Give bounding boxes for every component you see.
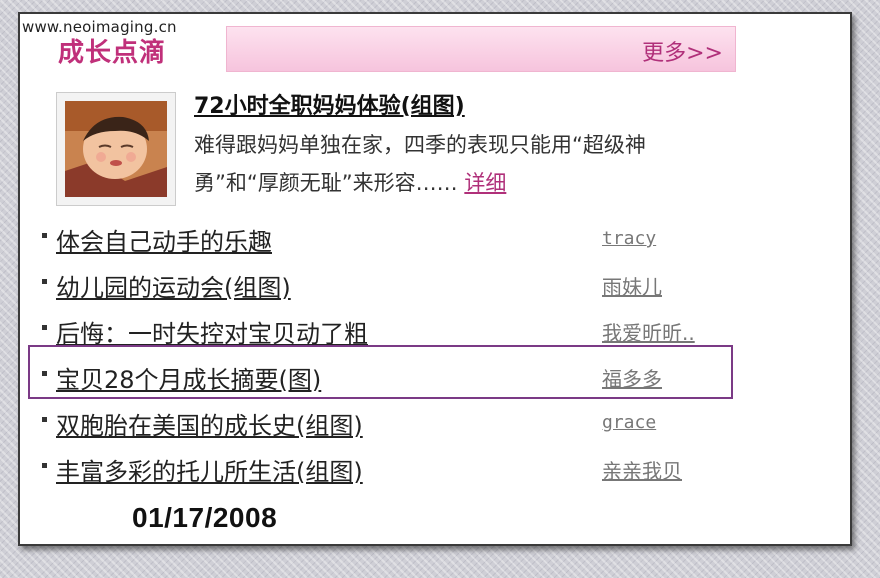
list-item: 丰富多彩的托儿所生活(组图) 亲亲我贝	[42, 446, 742, 492]
featured-article: 72小时全职妈妈体验(组图) 难得跟妈妈单独在家，四季的表现只能用“超级神勇”和…	[56, 88, 776, 210]
baby-photo-icon	[65, 101, 167, 197]
bullet-icon	[42, 279, 47, 284]
article-title-link[interactable]: 后悔：一时失控对宝贝动了粗	[56, 314, 368, 349]
author-link[interactable]: 雨妹儿	[602, 271, 662, 300]
article-title-link[interactable]: 体会自己动手的乐趣	[56, 222, 272, 257]
bullet-icon	[42, 417, 47, 422]
detail-link[interactable]: 详细	[464, 171, 506, 195]
more-link[interactable]: 更多>>	[642, 35, 723, 67]
article-list: 体会自己动手的乐趣 tracy 幼儿园的运动会(组图) 雨妹儿 后悔：一时失控对…	[42, 216, 742, 492]
article-title-link[interactable]: 双胞胎在美国的成长史(组图)	[56, 406, 363, 441]
list-item: 后悔：一时失控对宝贝动了粗 我爱昕昕..	[42, 308, 742, 354]
watermark-text: www.neoimaging.cn	[22, 18, 177, 36]
bullet-icon	[42, 463, 47, 468]
featured-description-text: 难得跟妈妈单独在家，四季的表现只能用“超级神勇”和“厚颜无耻”来形容……	[194, 133, 646, 195]
featured-description: 难得跟妈妈单独在家，四季的表现只能用“超级神勇”和“厚颜无耻”来形容…… 详细	[194, 126, 714, 202]
list-item: 双胞胎在美国的成长史(组图) grace	[42, 400, 742, 446]
list-item: 体会自己动手的乐趣 tracy	[42, 216, 742, 262]
author-link[interactable]: 福多多	[602, 363, 662, 392]
bullet-icon	[42, 325, 47, 330]
author-link[interactable]: 我爱昕昕..	[602, 317, 695, 346]
header-bar: 更多>>	[226, 26, 736, 72]
author-link[interactable]: tracy	[602, 228, 656, 249]
article-title-link[interactable]: 幼儿园的运动会(组图)	[56, 268, 291, 303]
bullet-icon	[42, 233, 47, 238]
author-link[interactable]: 亲亲我贝	[602, 455, 682, 484]
section-title: 成长点滴	[58, 38, 167, 68]
author-link[interactable]: grace	[602, 412, 656, 433]
article-title-link[interactable]: 宝贝28个月成长摘要(图)	[56, 360, 321, 395]
article-title-link[interactable]: 丰富多彩的托儿所生活(组图)	[56, 452, 363, 487]
featured-title-link[interactable]: 72小时全职妈妈体验(组图)	[194, 88, 465, 120]
featured-thumbnail[interactable]	[56, 92, 176, 206]
bullet-icon	[42, 371, 47, 376]
content-panel: 成长点滴 更多>> 72小时全职妈妈体验(组图) 难得跟妈妈单独在家，四季的表现…	[18, 12, 852, 546]
list-item: 幼儿园的运动会(组图) 雨妹儿	[42, 262, 742, 308]
date-label: 01/17/2008	[132, 502, 278, 533]
list-item: 宝贝28个月成长摘要(图) 福多多	[42, 354, 742, 400]
